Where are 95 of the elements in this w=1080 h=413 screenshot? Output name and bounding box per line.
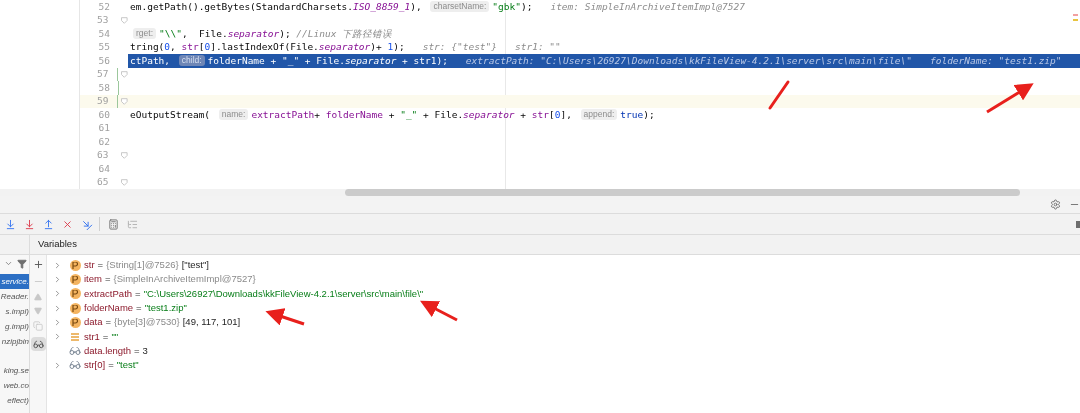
line-number: 53	[96, 13, 109, 28]
field-icon	[69, 288, 81, 300]
equals-sign: =	[97, 258, 104, 272]
frame-item[interactable]: king.se	[0, 363, 29, 378]
inline-value: str1: ""	[515, 40, 561, 55]
frame-item[interactable]: g.impl)	[0, 319, 29, 334]
line-number: 57	[96, 67, 109, 82]
code-text: extractPath+ folderName + "_" + File.separator + str[0],	[251, 107, 573, 122]
field-icon	[69, 259, 81, 271]
show-watches-toggle[interactable]	[30, 337, 46, 351]
line-number: 65	[96, 175, 109, 190]
glasses-icon	[69, 344, 81, 357]
variable-value: 3	[142, 343, 148, 358]
equals-sign: =	[136, 300, 142, 315]
string-value: "test1.zip"	[144, 300, 187, 315]
code-text: tring(0, str[0].lastIndexOf(File.separator)+ 1);	[130, 40, 405, 55]
move-up-icon[interactable]	[34, 293, 42, 301]
frame-item[interactable]: Reader.	[0, 289, 29, 304]
string-value: ""	[111, 329, 119, 344]
fold-icon[interactable]	[121, 70, 128, 78]
code-text: eOutputStream(	[130, 107, 212, 122]
variable-name: str1	[84, 329, 100, 344]
fold-icon[interactable]	[121, 97, 128, 105]
fold-icon[interactable]	[121, 151, 128, 159]
filter-icon[interactable]	[17, 258, 27, 269]
equals-sign: =	[102, 329, 109, 344]
code-text: "gbk");	[492, 0, 533, 14]
parameter-hint: rget:	[133, 28, 156, 40]
variable-value: ["test"]	[181, 258, 209, 272]
frame-item[interactable]: s.impl)	[0, 304, 29, 319]
line-number: 60	[97, 107, 110, 122]
code-text: ctPath,	[130, 53, 172, 68]
line-number: 61	[97, 121, 110, 136]
equals-sign: =	[134, 343, 140, 358]
code-text: em.getPath().getBytes(StandardCharsets.ISO_8859_1),	[130, 0, 423, 14]
line-number: 58	[97, 80, 110, 95]
variable-value: [49, 117, 101]	[182, 315, 241, 330]
string-value: "C:\Users\26927\Downloads\kkFileView-4.2.1\server\src\main\file\"	[143, 286, 424, 301]
parameter-hint: name:	[218, 109, 249, 121]
frame-item[interactable]: web.co	[0, 378, 29, 393]
line-number: 59	[96, 94, 109, 109]
line-number: 56	[97, 53, 110, 68]
scrollbar-track[interactable]	[0, 189, 1080, 196]
dropdown-icon[interactable]	[4, 259, 13, 268]
line-number: 64	[97, 161, 110, 176]
field-icon	[69, 302, 81, 314]
frame-item[interactable]: nzipjbin	[0, 334, 29, 349]
type-info: {SimpleInArchiveItemImpl@7527}	[113, 272, 256, 287]
code-text: true);	[620, 107, 655, 122]
line-number: 55	[97, 40, 110, 55]
equals-sign: =	[104, 272, 111, 287]
inline-value: extractPath: "C:\Users\26927\Downloads\kkFileView-4.2.1\server\src\main\file\"	[465, 53, 912, 68]
annotation-arrow	[265, 308, 305, 326]
equals-sign: =	[135, 286, 141, 301]
annotation-arrow	[420, 300, 458, 322]
duplicate-icon[interactable]	[33, 321, 43, 331]
line-number: 62	[97, 134, 110, 149]
field-icon	[69, 316, 81, 328]
variable-name: str	[84, 258, 95, 272]
fold-icon[interactable]	[121, 16, 128, 24]
settings-icon[interactable]	[1050, 199, 1061, 210]
variable-name: folderName	[84, 300, 134, 315]
fold-icon[interactable]	[121, 178, 128, 186]
equals-sign: =	[108, 358, 114, 373]
parameter-hint: child:	[178, 55, 205, 67]
line-number: 63	[96, 148, 109, 163]
equals-sign: =	[105, 315, 112, 330]
glasses-icon	[69, 359, 81, 372]
panel-title: Variables	[38, 237, 77, 252]
field-icon	[69, 273, 81, 285]
move-down-icon[interactable]	[34, 307, 42, 315]
inline-value: folderName: "test1.zip"	[930, 53, 1062, 68]
variable-name: data	[84, 315, 103, 330]
code-text: "\\", File.separator); //Linux 下路径错误	[159, 26, 393, 41]
inline-value: str: {"test"}	[422, 40, 498, 55]
annotation-arrow	[986, 83, 1034, 114]
scrollbar-thumb[interactable]	[345, 189, 1020, 196]
annotation-mark	[768, 80, 790, 110]
frame-item[interactable]: eflect)	[0, 393, 29, 408]
type-info: {byte[3]@7530}	[114, 315, 180, 330]
variable-name: data.length	[84, 343, 131, 358]
list-icon	[70, 331, 80, 342]
line-number: 54	[97, 26, 110, 41]
code-text: folderName + "_" + File.separator + str1);	[207, 53, 448, 68]
add-icon[interactable]	[32, 259, 44, 270]
inline-value: item: SimpleInArchiveItemImpl@7527	[550, 0, 745, 14]
frame-item[interactable]: service.	[0, 274, 29, 289]
variable-name: str[0]	[84, 358, 106, 373]
variable-name: item	[84, 272, 102, 287]
parameter-hint: charsetName:	[430, 1, 490, 13]
line-number: 52	[97, 0, 110, 14]
variable-name: extractPath	[84, 286, 133, 301]
parameter-hint: append:	[580, 109, 618, 121]
type-info: {String[1]@7526}	[106, 258, 179, 272]
string-value: "test"	[116, 358, 139, 373]
